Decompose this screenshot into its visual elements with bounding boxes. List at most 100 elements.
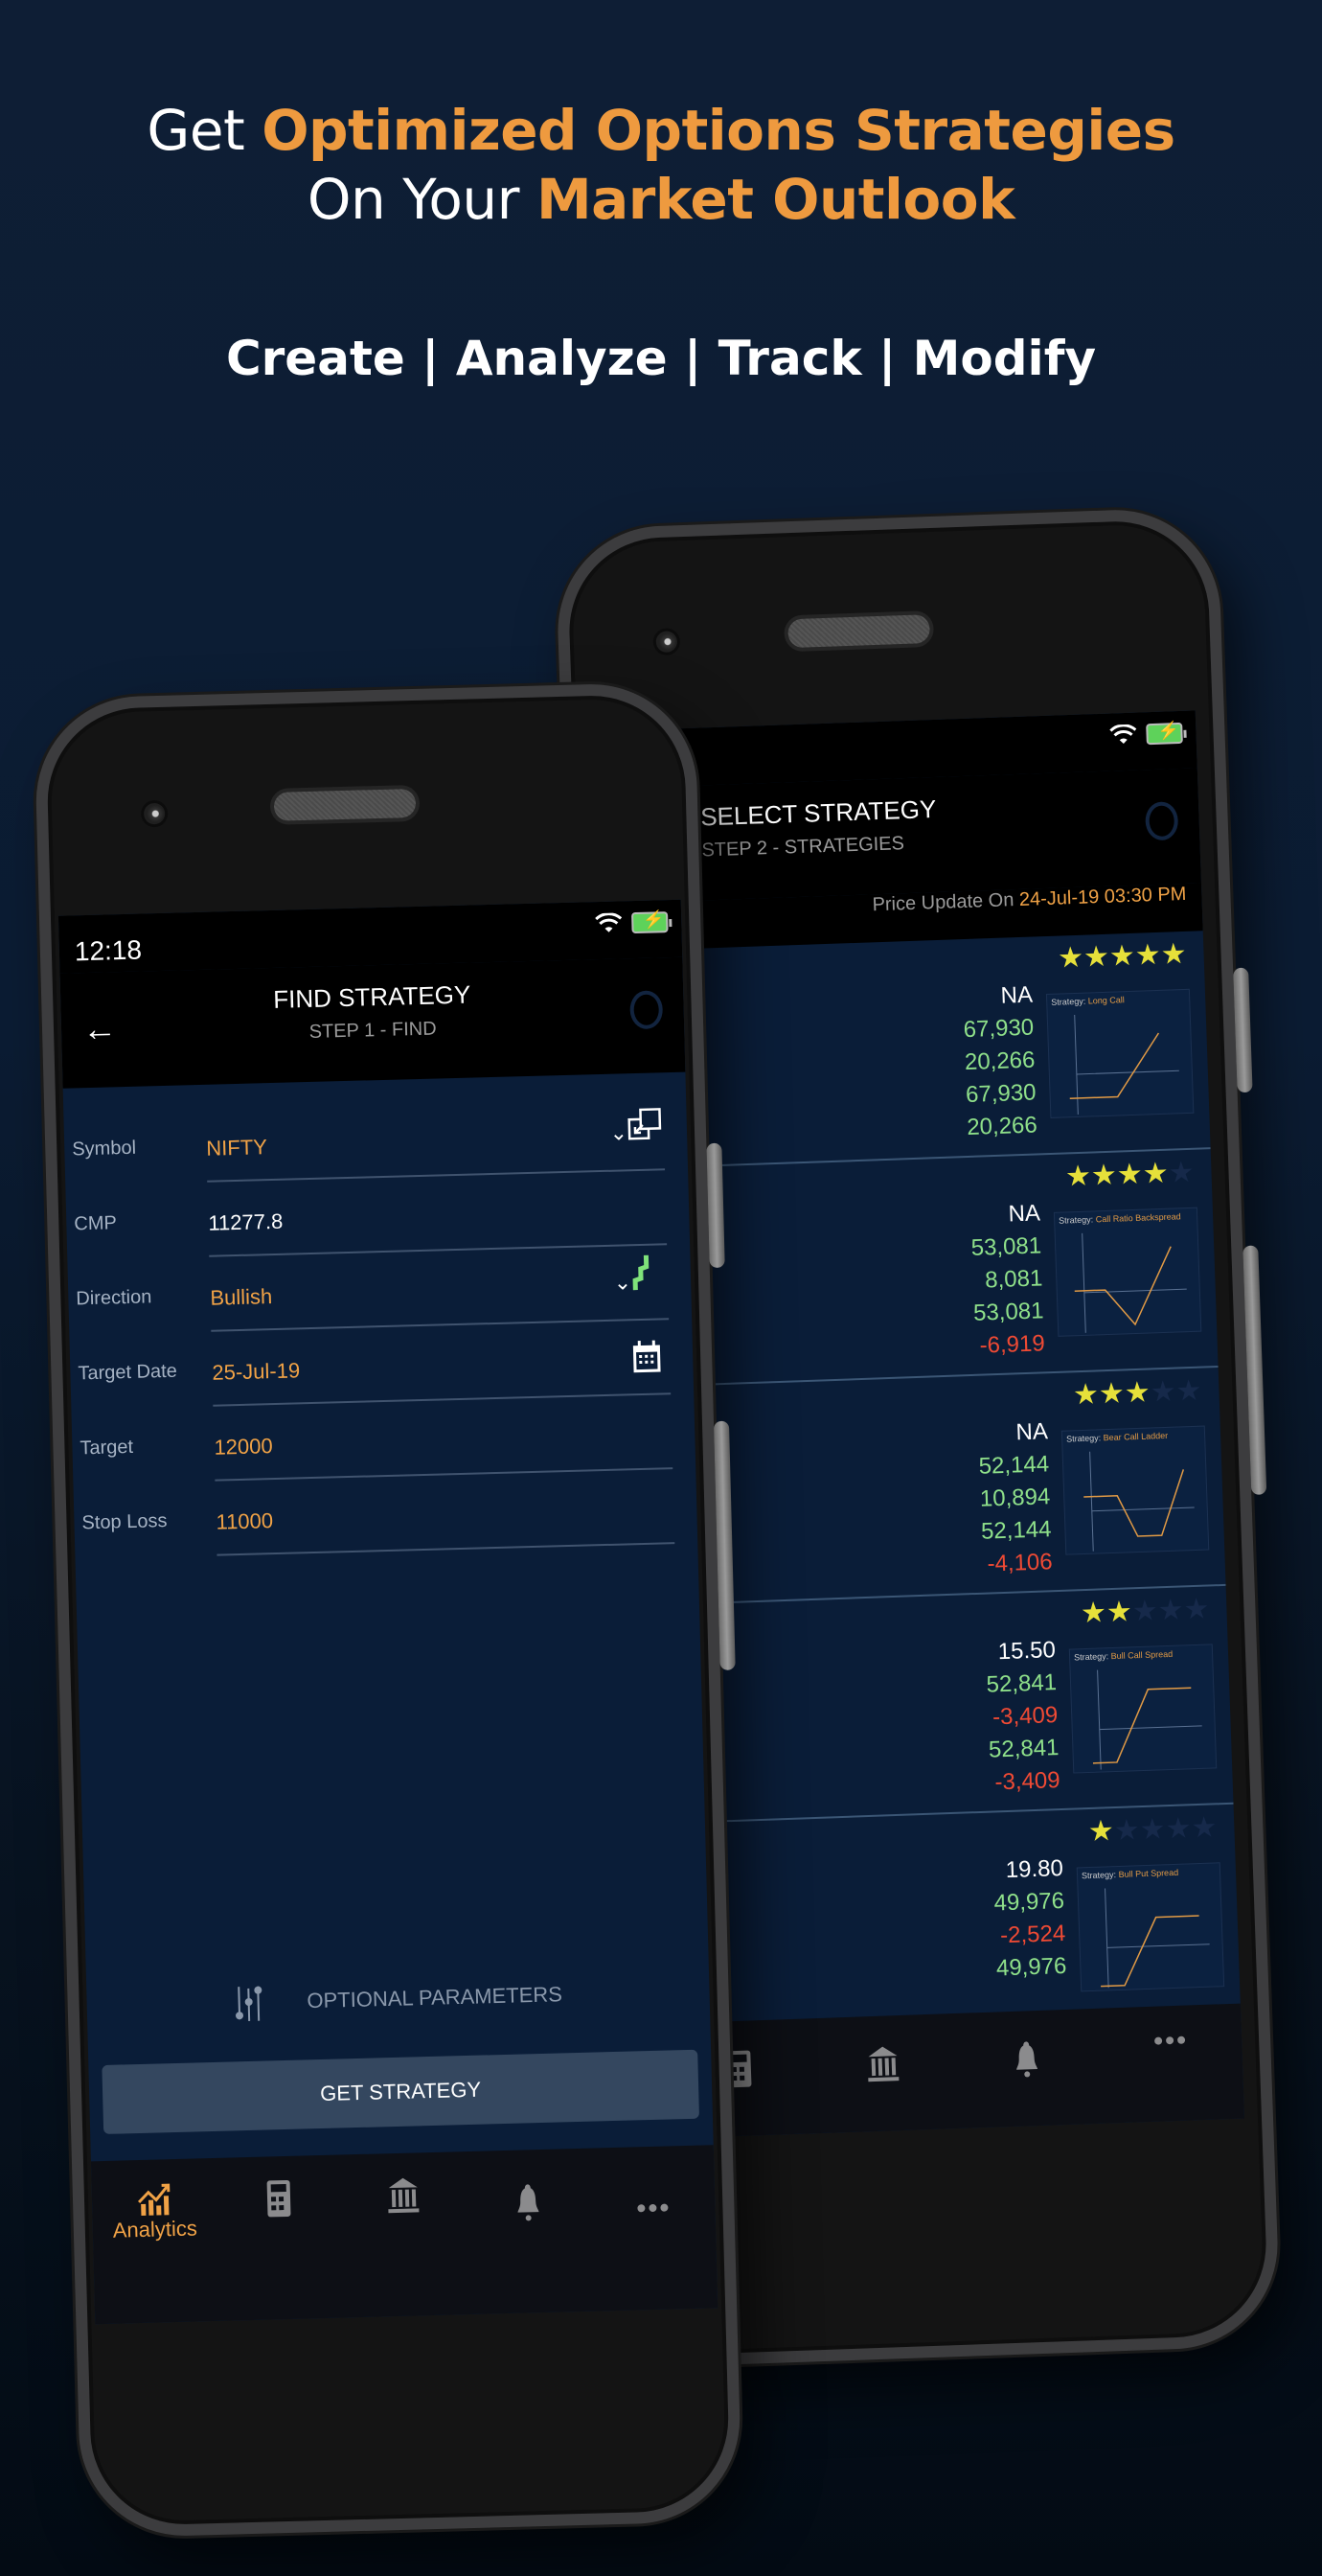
strategy-value: NA <box>1015 1418 1049 1446</box>
payoff-chart <box>1083 1451 1195 1552</box>
strategy-value: NA <box>1000 981 1034 1009</box>
nav-alerts[interactable] <box>973 2038 1080 2081</box>
strategy-values: NA 53,081 8,081 53,081 -6,919 <box>969 1197 1045 1362</box>
direction-select[interactable]: Bullish ⌄ <box>209 1245 670 1332</box>
cmp-value: 11277.8 <box>208 1208 284 1235</box>
back-arrow-icon[interactable]: ← <box>81 1008 117 1049</box>
status-time: 12:18 <box>74 934 143 967</box>
strategy-value: 49,976 <box>993 1887 1065 1917</box>
payoff-chart-thumbnail[interactable]: Strategy: Call Ratio Backspread <box>1053 1207 1202 1337</box>
headline-plain-2: On Your <box>307 167 520 232</box>
payoff-chart-axes <box>1074 1015 1179 1115</box>
star-filled-icon: ★ <box>1134 938 1162 972</box>
nav-more[interactable] <box>599 2169 705 2216</box>
swap-symbol-icon[interactable] <box>627 1107 662 1142</box>
payoff-chart <box>1074 1232 1187 1333</box>
star-filled-icon: ★ <box>1083 940 1110 974</box>
wifi-icon <box>595 912 623 932</box>
star-filled-icon: ★ <box>1098 1377 1126 1411</box>
stop-loss-label: Stop Loss <box>81 1510 168 1534</box>
bottom-nav: Analytics <box>90 2145 718 2325</box>
star-empty-icon: ★ <box>1157 1594 1185 1627</box>
payoff-chart-prefix: Strategy: <box>1051 996 1086 1007</box>
payoff-chart-line <box>1074 1246 1172 1326</box>
star-empty-icon: ★ <box>1165 1812 1193 1846</box>
strategy-card[interactable]: adsk★★★★★15.5052,841-3,40952,841-3,409St… <box>650 1585 1234 1825</box>
bell-icon <box>517 2184 539 2221</box>
nav-bank[interactable] <box>830 2043 936 2085</box>
strategy-values: 15.50 52,841 -3,409 52,841 -3,409 <box>985 1634 1060 1799</box>
star-filled-icon: ★ <box>1064 1160 1092 1193</box>
strategy-value: -3,409 <box>992 1702 1059 1731</box>
payoff-chart-prefix: Strategy: <box>1073 1651 1109 1663</box>
nav-bank[interactable] <box>350 2174 456 2216</box>
symbol-select[interactable]: NIFTY ⌄ <box>205 1095 666 1183</box>
front-screen: 12:18 ⚡ ← FIND STRATEGY STEP 1 - FIND Sy… <box>57 899 718 2325</box>
payoff-chart-strategy: Long Call <box>1087 995 1125 1006</box>
payoff-chart-thumbnail[interactable]: Strategy: Long Call <box>1045 988 1195 1118</box>
target-date-field[interactable]: 25-Jul-19 <box>211 1320 672 1407</box>
headline-plain-1: Get <box>147 98 245 163</box>
payoff-chart-line <box>1083 1469 1185 1537</box>
strategy-value: 52,144 <box>978 1451 1050 1480</box>
payoff-chart-thumbnail[interactable]: Strategy: Bull Put Spread <box>1076 1862 1225 1992</box>
app-bar: ← FIND STRATEGY STEP 1 - FIND <box>59 956 686 1089</box>
nav-analytics-label: Analytics <box>112 2216 198 2242</box>
bank-icon <box>388 2177 420 2214</box>
rating-stars: ★★★★★ <box>1087 1810 1218 1849</box>
stop-loss-value: 11000 <box>216 1508 274 1534</box>
strategy-card[interactable]: sk★★★★★NA67,93020,26667,93020,266Strateg… <box>628 931 1211 1170</box>
front-camera <box>143 802 166 825</box>
rating-stars: ★★★★★ <box>1080 1592 1210 1630</box>
star-empty-icon: ★ <box>1168 1156 1196 1189</box>
payoff-chart-prefix: Strategy: <box>1065 1433 1102 1444</box>
calculator-icon <box>266 2179 291 2218</box>
strategy-value: 67,930 <box>963 1014 1035 1044</box>
earpiece-speaker <box>787 614 931 649</box>
headline-highlight-1: Optimized Options Strategies <box>262 98 1175 163</box>
payoff-chart-thumbnail[interactable]: Strategy: Bull Call Spread <box>1068 1644 1218 1774</box>
headline: Get Optimized Options Strategies On Your… <box>0 96 1322 234</box>
payoff-chart <box>1101 1888 1210 1989</box>
battery-charging-icon: ⚡ <box>1146 721 1183 746</box>
symbol-value: NIFTY <box>205 1135 268 1161</box>
strategy-card[interactable]: k Spreadsk★★★★★NA53,0818,08153,081-6,919… <box>636 1149 1219 1388</box>
nav-calculator[interactable] <box>226 2178 332 2220</box>
nav-analytics[interactable]: Analytics <box>102 2181 209 2243</box>
sliders-icon <box>235 1986 262 2021</box>
strategy-values: NA 67,930 20,266 67,930 20,266 <box>962 979 1037 1144</box>
side-button-right <box>706 1142 725 1269</box>
payoff-chart-axes <box>1097 1669 1202 1770</box>
more-icon <box>637 2203 669 2213</box>
target-input[interactable]: 12000 <box>213 1394 673 1482</box>
star-filled-icon: ★ <box>1116 1158 1144 1191</box>
strategy-value: 15.50 <box>997 1637 1057 1666</box>
stop-loss-input[interactable]: 11000 <box>215 1469 675 1556</box>
payoff-chart-prefix: Strategy: <box>1081 1870 1117 1881</box>
direction-label: Direction <box>76 1286 152 1310</box>
optional-parameters-toggle[interactable]: OPTIONAL PARAMETERS <box>86 1972 710 2027</box>
target-date-label: Target Date <box>78 1360 178 1385</box>
star-filled-icon: ★ <box>1124 1376 1151 1410</box>
strategy-value: 52,841 <box>986 1669 1058 1698</box>
calendar-icon[interactable] <box>631 1339 663 1374</box>
star-empty-icon: ★ <box>1113 1814 1141 1848</box>
phone-front: 12:18 ⚡ ← FIND STRATEGY STEP 1 - FIND Sy… <box>33 681 743 2539</box>
star-empty-icon: ★ <box>1131 1595 1159 1628</box>
bottom-nav <box>666 2003 1245 2139</box>
star-empty-icon: ★ <box>1190 1811 1218 1845</box>
nav-alerts[interactable] <box>474 2172 581 2226</box>
strategy-value: 53,081 <box>972 1298 1044 1326</box>
tagline: Create | Analyze | Track | Modify <box>225 331 1097 386</box>
strategy-value: 49,976 <box>995 1952 1067 1982</box>
more-icon <box>1154 2036 1186 2045</box>
payoff-chart-line <box>1092 1687 1192 1764</box>
rating-stars: ★★★★★ <box>1064 1156 1195 1194</box>
star-filled-icon: ★ <box>1108 939 1136 973</box>
get-strategy-button[interactable]: GET STRATEGY <box>102 2049 700 2134</box>
bullish-trend-icon <box>623 1254 658 1293</box>
nav-more[interactable] <box>1117 2033 1222 2048</box>
star-filled-icon: ★ <box>1105 1596 1133 1629</box>
payoff-chart-thumbnail[interactable]: Strategy: Bear Call Ladder <box>1060 1425 1210 1555</box>
wifi-icon <box>1109 724 1137 745</box>
